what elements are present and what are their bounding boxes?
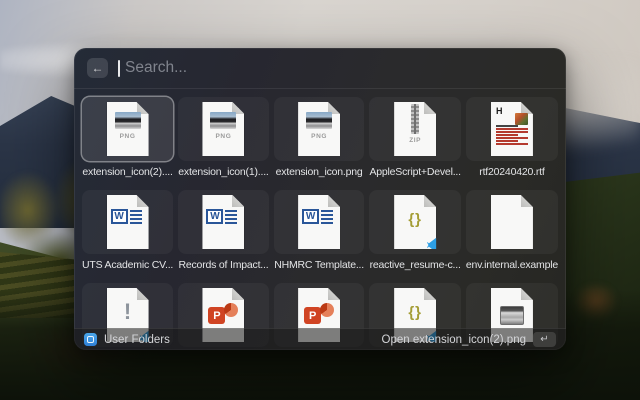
file-cell-reactive-resume[interactable]: {} reactive_resume-c...	[369, 190, 460, 272]
file-name-label: UTS Academic CV...	[82, 258, 173, 272]
word-document-file-icon: W	[107, 195, 149, 249]
file-results-grid: PNG extension_icon(2).... PNG extension_…	[74, 89, 566, 350]
exclamation-glyph: !	[124, 299, 131, 325]
file-cell-extension-icon[interactable]: PNG extension_icon.png	[274, 97, 365, 179]
user-folders-app-icon	[84, 333, 97, 346]
word-text-lines	[130, 210, 142, 224]
file-tile: W	[82, 190, 173, 254]
primary-action-label: Open extension_icon(2).png	[382, 334, 527, 346]
word-w-glyph: W	[206, 209, 223, 224]
blank-document-file-icon	[491, 195, 533, 249]
powerpoint-p-glyph: P	[304, 307, 321, 324]
file-name-label: extension_icon.png	[276, 165, 363, 179]
filetype-label: PNG	[202, 133, 244, 140]
word-document-file-icon: W	[202, 195, 244, 249]
word-document-file-icon: W	[298, 195, 340, 249]
code-json-file-icon: {}	[394, 195, 436, 249]
footer-action[interactable]: Open extension_icon(2).png ↵	[382, 332, 557, 347]
file-cell-extension-icon-1[interactable]: PNG extension_icon(1)....	[178, 97, 269, 179]
word-logo: W	[111, 209, 149, 224]
zip-archive-file-icon: ZIP	[394, 102, 436, 156]
word-w-glyph: W	[302, 209, 319, 224]
braces-glyph: {}	[408, 304, 422, 321]
file-name-label: rtf20240420.rtf	[479, 165, 544, 179]
source-label: User Folders	[104, 334, 170, 346]
back-arrow-icon: ←	[92, 61, 104, 75]
rtf-heading: H	[496, 107, 503, 115]
image-thumbnail	[306, 112, 332, 129]
file-name-label: Records of Impact...	[178, 258, 268, 272]
vscode-badge-icon	[427, 238, 441, 252]
return-glyph: ↵	[540, 334, 548, 345]
word-logo: W	[206, 209, 244, 224]
page-fold	[232, 288, 244, 300]
status-footer: User Folders Open extension_icon(2).png …	[74, 328, 566, 350]
pie-chart-icon	[224, 303, 238, 317]
search-input[interactable]	[125, 59, 553, 77]
desktop: ← PNG extension_icon(2)....	[0, 0, 640, 400]
powerpoint-logo: P	[208, 303, 238, 327]
file-tile: PNG	[178, 97, 269, 161]
page-fold	[424, 102, 436, 114]
file-tile: H	[466, 97, 558, 161]
file-cell-extension-icon-2[interactable]: PNG extension_icon(2)....	[82, 97, 173, 179]
word-w-glyph: W	[111, 209, 128, 224]
file-tile: {}	[369, 190, 460, 254]
word-text-lines	[225, 210, 237, 224]
rtf-inline-image	[515, 113, 528, 125]
page-fold	[424, 195, 436, 207]
filetype-label: PNG	[298, 133, 340, 140]
powerpoint-logo: P	[304, 303, 334, 327]
filetype-label: PNG	[107, 133, 149, 140]
filetype-label: ZIP	[394, 137, 436, 144]
file-cell-uts-academic-cv[interactable]: W UTS Academic CV...	[82, 190, 173, 272]
file-name-label: AppleScript+Devel...	[369, 165, 460, 179]
file-cell-rtf[interactable]: H rtf20240420.rtf	[466, 97, 558, 179]
page-fold	[424, 288, 436, 300]
pie-chart-icon	[320, 303, 334, 317]
rtf-preview: H	[496, 107, 528, 151]
file-cell-env-internal-example[interactable]: env.internal.example	[466, 190, 558, 272]
file-tile: PNG	[82, 97, 173, 161]
file-tile: ZIP	[369, 97, 460, 161]
search-bar: ←	[74, 48, 566, 88]
png-image-file-icon: PNG	[107, 102, 149, 156]
file-cell-nhmrc-template[interactable]: W NHMRC Template...	[274, 190, 365, 272]
file-tile: PNG	[274, 97, 365, 161]
page-fold	[521, 195, 533, 207]
page-fold	[137, 195, 149, 207]
file-cell-applescript-zip[interactable]: ZIP AppleScript+Devel...	[369, 97, 460, 179]
file-name-label: reactive_resume-c...	[370, 258, 461, 272]
text-cursor	[118, 60, 120, 77]
disk-drive-icon	[500, 306, 524, 325]
file-cell-records-of-impact[interactable]: W Records of Impact...	[178, 190, 269, 272]
file-name-label: extension_icon(2)....	[82, 165, 172, 179]
word-text-lines	[321, 210, 333, 224]
page-fold	[137, 288, 149, 300]
file-name-label: NHMRC Template...	[274, 258, 364, 272]
file-tile: W	[274, 190, 365, 254]
enter-key-icon: ↵	[533, 332, 556, 347]
braces-glyph: {}	[408, 211, 422, 228]
word-logo: W	[302, 209, 340, 224]
rtf-document-file-icon: H	[491, 102, 533, 156]
png-image-file-icon: PNG	[298, 102, 340, 156]
page-fold	[521, 288, 533, 300]
image-thumbnail	[210, 112, 236, 129]
file-tile	[466, 190, 558, 254]
page-fold	[328, 195, 340, 207]
powerpoint-p-glyph: P	[208, 307, 225, 324]
back-button[interactable]: ←	[87, 58, 108, 78]
file-tile: W	[178, 190, 269, 254]
png-image-file-icon: PNG	[202, 102, 244, 156]
search-launcher-window: ← PNG extension_icon(2)....	[74, 48, 566, 350]
page-fold	[328, 288, 340, 300]
page-fold	[232, 195, 244, 207]
file-name-label: env.internal.example	[466, 258, 558, 272]
file-name-label: extension_icon(1)....	[178, 165, 268, 179]
zipper-icon	[411, 104, 419, 134]
image-thumbnail	[115, 112, 141, 129]
